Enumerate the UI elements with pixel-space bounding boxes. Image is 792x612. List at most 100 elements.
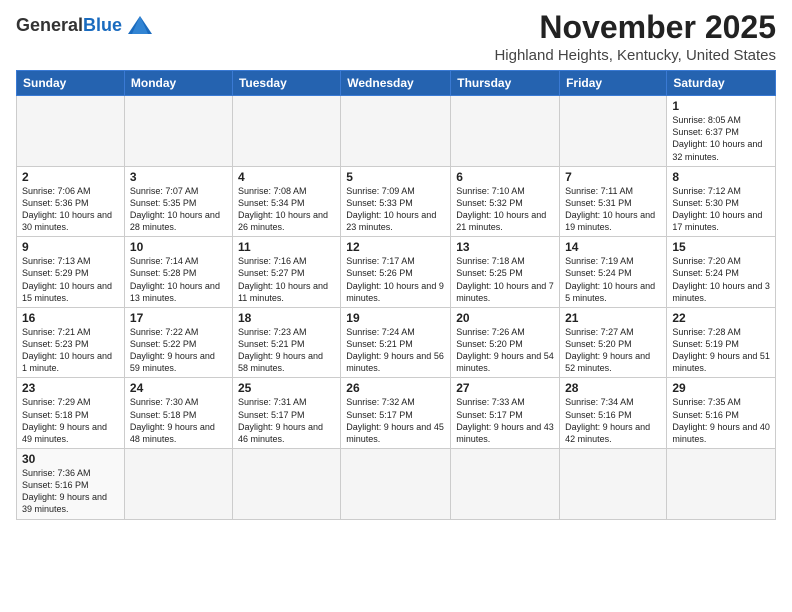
logo-blue-text: Blue [83, 16, 122, 34]
col-tuesday: Tuesday [232, 71, 340, 96]
calendar-cell: 19Sunrise: 7:24 AM Sunset: 5:21 PM Dayli… [341, 307, 451, 378]
day-info: Sunrise: 7:10 AM Sunset: 5:32 PM Dayligh… [456, 185, 554, 234]
day-number: 14 [565, 240, 661, 254]
day-info: Sunrise: 7:27 AM Sunset: 5:20 PM Dayligh… [565, 326, 661, 375]
day-number: 2 [22, 170, 119, 184]
calendar-cell: 9Sunrise: 7:13 AM Sunset: 5:29 PM Daylig… [17, 237, 125, 308]
day-info: Sunrise: 7:21 AM Sunset: 5:23 PM Dayligh… [22, 326, 119, 375]
day-info: Sunrise: 7:31 AM Sunset: 5:17 PM Dayligh… [238, 396, 335, 445]
day-number: 7 [565, 170, 661, 184]
page: General Blue November 2025 Highland Heig… [0, 0, 792, 612]
day-number: 16 [22, 311, 119, 325]
day-number: 21 [565, 311, 661, 325]
day-number: 3 [130, 170, 227, 184]
calendar-cell: 13Sunrise: 7:18 AM Sunset: 5:25 PM Dayli… [451, 237, 560, 308]
calendar-cell [17, 96, 125, 167]
calendar-cell [451, 449, 560, 520]
calendar-cell: 28Sunrise: 7:34 AM Sunset: 5:16 PM Dayli… [560, 378, 667, 449]
calendar-week-row: 1Sunrise: 8:05 AM Sunset: 6:37 PM Daylig… [17, 96, 776, 167]
calendar-header-row: Sunday Monday Tuesday Wednesday Thursday… [17, 71, 776, 96]
day-number: 13 [456, 240, 554, 254]
calendar-cell: 25Sunrise: 7:31 AM Sunset: 5:17 PM Dayli… [232, 378, 340, 449]
calendar-cell: 18Sunrise: 7:23 AM Sunset: 5:21 PM Dayli… [232, 307, 340, 378]
day-info: Sunrise: 7:34 AM Sunset: 5:16 PM Dayligh… [565, 396, 661, 445]
calendar-cell: 8Sunrise: 7:12 AM Sunset: 5:30 PM Daylig… [667, 166, 776, 237]
day-info: Sunrise: 7:14 AM Sunset: 5:28 PM Dayligh… [130, 255, 227, 304]
day-info: Sunrise: 7:33 AM Sunset: 5:17 PM Dayligh… [456, 396, 554, 445]
calendar-cell [341, 449, 451, 520]
day-info: Sunrise: 7:11 AM Sunset: 5:31 PM Dayligh… [565, 185, 661, 234]
day-number: 24 [130, 381, 227, 395]
day-info: Sunrise: 7:23 AM Sunset: 5:21 PM Dayligh… [238, 326, 335, 375]
col-saturday: Saturday [667, 71, 776, 96]
day-info: Sunrise: 7:16 AM Sunset: 5:27 PM Dayligh… [238, 255, 335, 304]
day-number: 22 [672, 311, 770, 325]
day-number: 15 [672, 240, 770, 254]
calendar-cell: 5Sunrise: 7:09 AM Sunset: 5:33 PM Daylig… [341, 166, 451, 237]
day-number: 5 [346, 170, 445, 184]
calendar-cell: 7Sunrise: 7:11 AM Sunset: 5:31 PM Daylig… [560, 166, 667, 237]
logo: General Blue [16, 14, 154, 36]
day-info: Sunrise: 7:17 AM Sunset: 5:26 PM Dayligh… [346, 255, 445, 304]
calendar-cell: 14Sunrise: 7:19 AM Sunset: 5:24 PM Dayli… [560, 237, 667, 308]
calendar-cell [124, 96, 232, 167]
calendar-cell [560, 449, 667, 520]
day-info: Sunrise: 7:09 AM Sunset: 5:33 PM Dayligh… [346, 185, 445, 234]
calendar-cell: 24Sunrise: 7:30 AM Sunset: 5:18 PM Dayli… [124, 378, 232, 449]
day-info: Sunrise: 7:22 AM Sunset: 5:22 PM Dayligh… [130, 326, 227, 375]
location-subtitle: Highland Heights, Kentucky, United State… [494, 47, 776, 64]
calendar-cell [232, 96, 340, 167]
day-number: 30 [22, 452, 119, 466]
day-number: 20 [456, 311, 554, 325]
calendar-cell: 4Sunrise: 7:08 AM Sunset: 5:34 PM Daylig… [232, 166, 340, 237]
day-number: 28 [565, 381, 661, 395]
calendar-cell [451, 96, 560, 167]
day-number: 23 [22, 381, 119, 395]
day-number: 6 [456, 170, 554, 184]
day-info: Sunrise: 7:28 AM Sunset: 5:19 PM Dayligh… [672, 326, 770, 375]
calendar-cell: 10Sunrise: 7:14 AM Sunset: 5:28 PM Dayli… [124, 237, 232, 308]
logo-general-text: General [16, 16, 83, 34]
day-number: 17 [130, 311, 227, 325]
calendar-cell: 20Sunrise: 7:26 AM Sunset: 5:20 PM Dayli… [451, 307, 560, 378]
calendar-cell [124, 449, 232, 520]
calendar-week-row: 30Sunrise: 7:36 AM Sunset: 5:16 PM Dayli… [17, 449, 776, 520]
calendar-cell: 1Sunrise: 8:05 AM Sunset: 6:37 PM Daylig… [667, 96, 776, 167]
day-info: Sunrise: 7:18 AM Sunset: 5:25 PM Dayligh… [456, 255, 554, 304]
calendar-cell: 26Sunrise: 7:32 AM Sunset: 5:17 PM Dayli… [341, 378, 451, 449]
day-number: 19 [346, 311, 445, 325]
header: General Blue November 2025 Highland Heig… [16, 10, 776, 64]
day-number: 11 [238, 240, 335, 254]
calendar-cell: 29Sunrise: 7:35 AM Sunset: 5:16 PM Dayli… [667, 378, 776, 449]
calendar-cell: 17Sunrise: 7:22 AM Sunset: 5:22 PM Dayli… [124, 307, 232, 378]
calendar-week-row: 16Sunrise: 7:21 AM Sunset: 5:23 PM Dayli… [17, 307, 776, 378]
day-number: 9 [22, 240, 119, 254]
day-number: 27 [456, 381, 554, 395]
day-info: Sunrise: 7:30 AM Sunset: 5:18 PM Dayligh… [130, 396, 227, 445]
col-friday: Friday [560, 71, 667, 96]
calendar-cell [560, 96, 667, 167]
calendar-week-row: 2Sunrise: 7:06 AM Sunset: 5:36 PM Daylig… [17, 166, 776, 237]
day-number: 10 [130, 240, 227, 254]
logo-icon [126, 14, 154, 36]
day-number: 4 [238, 170, 335, 184]
logo-area: General Blue [16, 10, 154, 36]
day-info: Sunrise: 7:26 AM Sunset: 5:20 PM Dayligh… [456, 326, 554, 375]
title-area: November 2025 Highland Heights, Kentucky… [494, 10, 776, 64]
day-info: Sunrise: 7:13 AM Sunset: 5:29 PM Dayligh… [22, 255, 119, 304]
calendar-cell: 15Sunrise: 7:20 AM Sunset: 5:24 PM Dayli… [667, 237, 776, 308]
month-year-title: November 2025 [494, 10, 776, 45]
day-info: Sunrise: 7:07 AM Sunset: 5:35 PM Dayligh… [130, 185, 227, 234]
calendar-cell: 23Sunrise: 7:29 AM Sunset: 5:18 PM Dayli… [17, 378, 125, 449]
day-info: Sunrise: 7:20 AM Sunset: 5:24 PM Dayligh… [672, 255, 770, 304]
calendar-week-row: 23Sunrise: 7:29 AM Sunset: 5:18 PM Dayli… [17, 378, 776, 449]
calendar-cell: 11Sunrise: 7:16 AM Sunset: 5:27 PM Dayli… [232, 237, 340, 308]
calendar-cell: 30Sunrise: 7:36 AM Sunset: 5:16 PM Dayli… [17, 449, 125, 520]
day-number: 18 [238, 311, 335, 325]
day-info: Sunrise: 7:12 AM Sunset: 5:30 PM Dayligh… [672, 185, 770, 234]
col-monday: Monday [124, 71, 232, 96]
col-thursday: Thursday [451, 71, 560, 96]
calendar-cell [341, 96, 451, 167]
calendar-table: Sunday Monday Tuesday Wednesday Thursday… [16, 70, 776, 519]
day-info: Sunrise: 7:08 AM Sunset: 5:34 PM Dayligh… [238, 185, 335, 234]
